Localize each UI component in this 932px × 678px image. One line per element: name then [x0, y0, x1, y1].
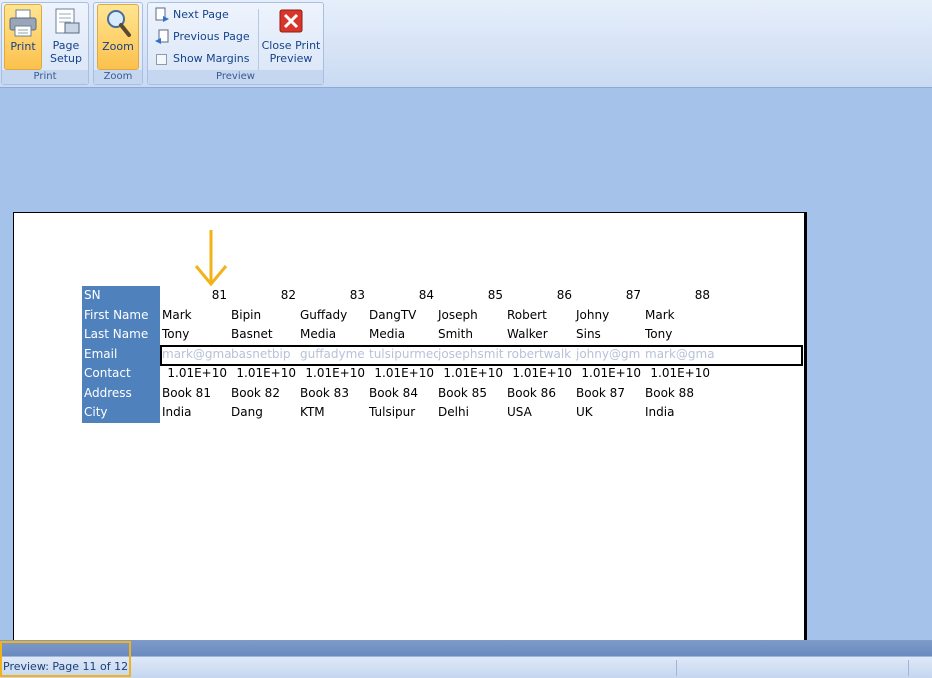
table-cell[interactable]: KTM: [300, 403, 369, 423]
table-cell[interactable]: Mark: [645, 306, 714, 326]
printer-icon: [7, 8, 39, 38]
table-cell[interactable]: 1.01E+10: [507, 364, 576, 384]
previous-page-button[interactable]: Previous Page: [154, 28, 250, 46]
horizontal-scrollbar[interactable]: [0, 640, 932, 656]
next-page-icon: [154, 7, 170, 23]
table-cell[interactable]: Basnet: [231, 325, 300, 345]
table-cell[interactable]: Tony: [162, 325, 231, 345]
previous-page-label: Previous Page: [173, 30, 250, 43]
table-cell[interactable]: Media: [369, 325, 438, 345]
table-cell[interactable]: Book 86: [507, 384, 576, 404]
table-cell[interactable]: 84: [369, 286, 438, 306]
table-cell[interactable]: India: [645, 403, 714, 423]
print-button[interactable]: Print: [4, 4, 42, 70]
zoom-group-label: Zoom: [94, 70, 142, 84]
preview-separator: [258, 9, 259, 71]
table-cell[interactable]: Smith: [438, 325, 507, 345]
zoom-label: Zoom: [102, 40, 134, 53]
table-cell[interactable]: Tony: [645, 325, 714, 345]
table-cell[interactable]: Robert: [507, 306, 576, 326]
table-cell[interactable]: Dang: [231, 403, 300, 423]
table-cell[interactable]: 87: [576, 286, 645, 306]
table-cell[interactable]: Book 85: [438, 384, 507, 404]
page-setup-icon: [50, 7, 82, 37]
row-header: Contact: [82, 364, 160, 384]
table-cell[interactable]: 1.01E+10: [576, 364, 645, 384]
next-page-button[interactable]: Next Page: [154, 6, 229, 24]
table-cell[interactable]: Sins: [576, 325, 645, 345]
preview-group: Next Page Previous Page Show Margins Clo…: [147, 2, 324, 85]
table-cell[interactable]: Book 82: [231, 384, 300, 404]
table-cell[interactable]: Walker: [507, 325, 576, 345]
table-cell[interactable]: 1.01E+10: [300, 364, 369, 384]
print-group-label: Print: [2, 70, 88, 84]
table-cell[interactable]: Guffady: [300, 306, 369, 326]
row-header: Last Name: [82, 325, 160, 345]
table-cell[interactable]: DangTV: [369, 306, 438, 326]
table-row: Address Book 81 Book 82 Book 83 Book 84 Book …: [82, 383, 722, 404]
table-cell[interactable]: 86: [507, 286, 576, 306]
row-header: Address: [82, 383, 160, 403]
status-divider: [676, 660, 677, 676]
table-row: First Name Mark Bipin Guffady DangTV Joseph Ro…: [82, 305, 722, 326]
table-cell[interactable]: Mark: [162, 306, 231, 326]
print-label: Print: [10, 40, 36, 53]
show-margins-label: Show Margins: [173, 52, 250, 65]
next-page-label: Next Page: [173, 8, 229, 21]
row-header: First Name: [82, 305, 160, 325]
table-cell[interactable]: 1.01E+10: [369, 364, 438, 384]
table-cell[interactable]: Media: [300, 325, 369, 345]
table-cell[interactable]: 82: [231, 286, 300, 306]
row-header: SN: [82, 286, 160, 306]
table-cell[interactable]: Book 84: [369, 384, 438, 404]
table-cell[interactable]: Bipin: [231, 306, 300, 326]
table-cell[interactable]: USA: [507, 403, 576, 423]
table-cell[interactable]: 83: [300, 286, 369, 306]
table-cell[interactable]: 1.01E+10: [162, 364, 231, 384]
annotation-highlight-box: [0, 641, 131, 677]
status-bar: Preview: Page 11 of 12: [0, 656, 932, 678]
table-cell[interactable]: 1.01E+10: [645, 364, 714, 384]
table-cell[interactable]: 1.01E+10: [438, 364, 507, 384]
zoom-group: Zoom Zoom: [93, 2, 143, 85]
table-cell[interactable]: Book 81: [162, 384, 231, 404]
page-setup-button[interactable]: Page Setup: [46, 4, 86, 70]
row-header: Email: [82, 344, 160, 364]
close-icon: [275, 7, 307, 37]
email-row-highlight-box: [160, 344, 803, 366]
magnifier-icon: [102, 8, 134, 38]
table-cell[interactable]: 81: [162, 286, 231, 306]
ribbon: Print Page Setup Print Zoom Zoom Next Pa…: [0, 0, 932, 88]
table-cell[interactable]: 88: [645, 286, 714, 306]
close-print-preview-label: Close Print Preview: [261, 39, 321, 65]
table-cell[interactable]: Joseph: [438, 306, 507, 326]
show-margins-checkbox[interactable]: Show Margins: [154, 50, 249, 68]
table-cell[interactable]: Book 87: [576, 384, 645, 404]
annotation-arrow-icon: [194, 230, 228, 287]
zoom-button[interactable]: Zoom: [97, 4, 139, 70]
table-cell[interactable]: Johny: [576, 306, 645, 326]
table-cell[interactable]: Book 88: [645, 384, 714, 404]
table-cell[interactable]: Delhi: [438, 403, 507, 423]
table-row: SN 81 82 83 84 85 86 87 88: [82, 286, 722, 306]
print-group: Print Page Setup Print: [1, 2, 89, 85]
previous-page-icon: [154, 29, 170, 45]
table-row: City India Dang KTM Tulsipur Delhi USA UK India: [82, 403, 722, 423]
table-row: Last Name Tony Basnet Media Media Smith Walker…: [82, 325, 722, 345]
checkbox-icon: [154, 51, 170, 67]
table-cell[interactable]: 1.01E+10: [231, 364, 300, 384]
page-setup-label: Page Setup: [49, 39, 83, 65]
table-cell[interactable]: 85: [438, 286, 507, 306]
preview-group-label: Preview: [148, 70, 323, 84]
table-cell[interactable]: India: [162, 403, 231, 423]
table-cell[interactable]: Book 83: [300, 384, 369, 404]
row-header: City: [82, 403, 160, 423]
preview-page: [13, 212, 807, 642]
table-cell[interactable]: Tulsipur: [369, 403, 438, 423]
table-cell[interactable]: UK: [576, 403, 645, 423]
status-divider: [908, 660, 909, 676]
close-print-preview-button[interactable]: Close Print Preview: [260, 4, 322, 70]
table-row: Contact 1.01E+10 1.01E+10 1.01E+10 1.01E+10 1…: [82, 364, 722, 384]
